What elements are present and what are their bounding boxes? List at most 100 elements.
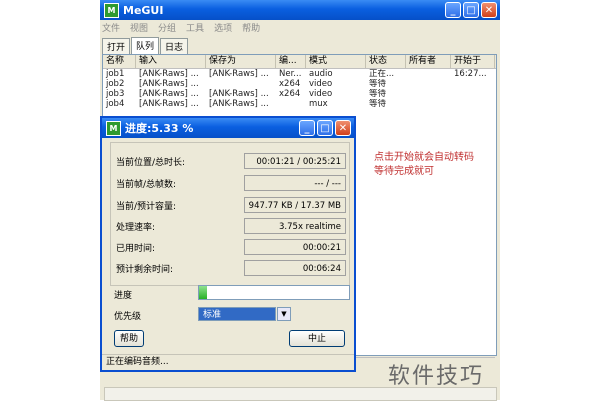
menu-group[interactable]: 分组 (158, 21, 176, 34)
progress-dialog: M 进度:5.33 % _ □ ✕ 当前位置/总时长: 00:01:21 / 0… (100, 116, 356, 372)
cell-input: [ANK-Raws] ... (139, 89, 199, 99)
cell-codec: x264 (279, 89, 301, 99)
table-row[interactable]: job4 [ANK-Raws] ... [ANK-Raws] ... mux 等… (103, 99, 496, 109)
column-owner[interactable]: 所有者 (406, 55, 451, 68)
cell-status: 等待 (369, 99, 387, 109)
close-icon[interactable]: ✕ (481, 2, 497, 18)
cell-input: [ANK-Raws] ... (139, 69, 199, 79)
cell-input: [ANK-Raws] ... (139, 79, 199, 89)
window-title: MeGUI (123, 3, 164, 17)
menu-tools[interactable]: 工具 (186, 21, 204, 34)
stat-value: 00:01:21 / 00:25:21 (244, 153, 346, 169)
stat-row-size: 当前/预计容量: 947.77 KB / 17.37 MB (116, 196, 346, 214)
annotation-line-2: 等待完成就可 (374, 166, 434, 177)
minimize-icon[interactable]: _ (299, 120, 315, 136)
help-button[interactable]: 帮助 (114, 330, 144, 347)
stat-value: 00:06:24 (244, 260, 346, 276)
cell-mode: audio (309, 69, 333, 79)
stat-value: --- / --- (244, 175, 346, 191)
menu-file[interactable]: 文件 (102, 21, 120, 34)
column-output[interactable]: 保存为 (206, 55, 276, 68)
stat-label: 当前帧/总帧数: (116, 179, 177, 190)
app-icon: M (104, 2, 119, 18)
stat-label: 当前位置/总时长: (116, 157, 186, 168)
priority-select[interactable]: 标准 (198, 307, 276, 321)
stat-row-position: 当前位置/总时长: 00:01:21 / 00:25:21 (116, 152, 346, 170)
stat-label: 处理速率: (116, 222, 156, 233)
cell-output (206, 79, 276, 89)
column-start[interactable]: 开始于 (451, 55, 495, 68)
column-name[interactable]: 名称 (103, 55, 136, 68)
menu-view[interactable]: 视图 (130, 21, 148, 34)
cell-codec: x264 (279, 79, 301, 89)
stat-row-elapsed: 已用时间: 00:00:21 (116, 238, 346, 256)
column-input[interactable]: 输入 (136, 55, 206, 68)
title-bar: M MeGUI _ □ ✕ (100, 0, 500, 20)
annotation-line-1: 点击开始就会自动转码 (374, 152, 474, 163)
minimize-icon[interactable]: _ (445, 2, 461, 18)
table-row[interactable]: job2 [ANK-Raws] ... x264 video 等待 (103, 79, 496, 89)
watermark: 软件技巧 (388, 364, 485, 389)
cell-status: 等待 (369, 79, 387, 89)
cell-owner (406, 69, 451, 79)
cell-owner (406, 79, 451, 89)
progress-label: 进度 (114, 291, 133, 301)
cell-owner (406, 89, 451, 99)
queue-header: 名称 输入 保存为 编... 模式 状态 所有者 开始于 (103, 55, 496, 69)
cell-codec (276, 99, 306, 109)
cell-name: job3 (106, 89, 125, 99)
dialog-title: 进度:5.33 % (125, 122, 194, 135)
abort-button[interactable]: 中止 (289, 330, 345, 347)
close-icon[interactable]: ✕ (335, 120, 351, 136)
cell-start (451, 89, 495, 99)
stat-value: 00:00:21 (244, 239, 346, 255)
stat-label: 预计剩余时间: (116, 264, 174, 275)
cell-name: job4 (106, 99, 125, 109)
tab-open[interactable]: 打开 (102, 38, 131, 55)
priority-label: 优先级 (114, 312, 142, 322)
cell-owner (406, 99, 451, 109)
table-row[interactable]: job1 [ANK-Raws] ... [ANK-Raws] ... Ner..… (103, 69, 496, 79)
tab-strip: 打开 队列 日志 (102, 37, 189, 55)
app-icon: M (106, 120, 121, 136)
menu-bar: 文件 视图 分组 工具 选项 帮助 (100, 20, 500, 35)
cell-output: [ANK-Raws] ... (209, 99, 269, 109)
cell-name: job2 (106, 79, 125, 89)
cell-status: 正在... (369, 69, 395, 79)
stat-row-speed: 处理速率: 3.75x realtime (116, 217, 346, 235)
column-mode[interactable]: 模式 (306, 55, 366, 68)
dialog-status-text: 正在编码音频... (102, 354, 354, 368)
column-codec[interactable]: 编... (276, 55, 306, 68)
stat-row-frames: 当前帧/总帧数: --- / --- (116, 174, 346, 192)
stat-row-remaining: 预计剩余时间: 00:06:24 (116, 259, 346, 277)
maximize-icon[interactable]: □ (463, 2, 479, 18)
cell-output: [ANK-Raws] ... (209, 89, 269, 99)
chevron-down-icon[interactable]: ▼ (277, 307, 291, 321)
cell-mode: video (309, 89, 333, 99)
column-status[interactable]: 状态 (366, 55, 406, 68)
tab-queue[interactable]: 队列 (131, 37, 160, 54)
stat-value: 947.77 KB / 17.37 MB (244, 197, 346, 213)
cell-output: [ANK-Raws] ... (209, 69, 269, 79)
cell-status: 等待 (369, 89, 387, 99)
stat-value: 3.75x realtime (244, 218, 346, 234)
stat-label: 已用时间: (116, 243, 156, 254)
tab-log[interactable]: 日志 (160, 38, 189, 55)
maximize-icon[interactable]: □ (317, 120, 333, 136)
menu-help[interactable]: 帮助 (242, 21, 260, 34)
stat-label: 当前/预计容量: (116, 201, 177, 212)
cell-codec: Ner... (279, 69, 302, 79)
progress-bar (198, 285, 350, 300)
cell-start: 16:27... (454, 69, 487, 79)
dialog-title-bar: M 进度:5.33 % _ □ ✕ (102, 118, 354, 138)
annotation-note: 点击开始就会自动转码 等待完成就可 (374, 151, 499, 179)
cell-mode: mux (309, 99, 328, 109)
progress-fill (199, 286, 207, 299)
cell-start (451, 99, 495, 109)
cell-name: job1 (106, 69, 125, 79)
table-row[interactable]: job3 [ANK-Raws] ... [ANK-Raws] ... x264 … (103, 89, 496, 99)
cell-start (451, 79, 495, 89)
cell-input: [ANK-Raws] ... (139, 99, 199, 109)
menu-options[interactable]: 选项 (214, 21, 232, 34)
cell-mode: video (309, 79, 333, 89)
